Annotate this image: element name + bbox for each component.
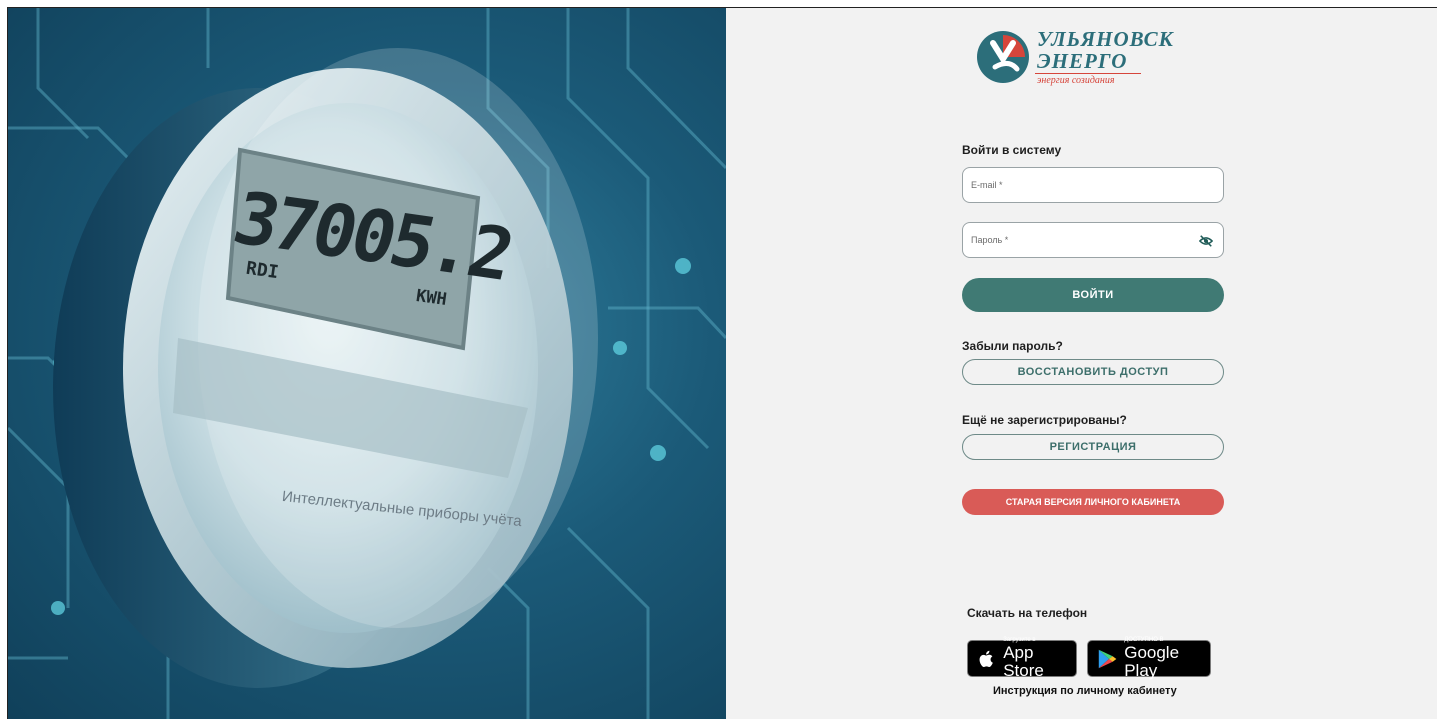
google-play-icon [1098,649,1117,668]
google-play-badge[interactable]: ДОСТУПНО В Google Play [1087,637,1211,680]
email-field-wrapper [962,167,1224,203]
logo-divider [1035,73,1141,74]
app-store-big-text: App Store [1003,643,1044,680]
app-store-badge[interactable]: Загрузите в App Store [967,637,1077,680]
not-registered-label: Ещё не зарегистрированы? [962,413,1127,427]
register-button[interactable]: РЕГИСТРАЦИЯ [962,434,1224,460]
instruction-link[interactable]: Инструкция по личному кабинету [993,685,1177,697]
logo-line-2: ЭНЕРГО [1037,49,1128,73]
smart-meter-illustration [8,8,726,719]
restore-access-button[interactable]: ВОССТАНОВИТЬ ДОСТУП [962,359,1224,385]
toggle-password-visibility-icon[interactable] [1199,234,1213,248]
page-frame: 37005.2 RDI КWH Интеллектуальные приборы… [7,7,1437,719]
apple-icon [979,650,993,667]
forgot-password-label: Забыли пароль? [962,339,1063,353]
email-field[interactable] [963,168,1223,202]
hero-illustration: 37005.2 RDI КWH Интеллектуальные приборы… [8,8,726,719]
logo-tagline: энергия созидания [1037,75,1115,86]
password-field-wrapper [962,222,1224,258]
google-play-big-text: Google Play [1124,643,1180,680]
old-version-button[interactable]: СТАРАЯ ВЕРСИЯ ЛИЧНОГО КАБИНЕТА [962,489,1224,515]
meter-unit-label: КWH [414,285,448,311]
logo-emblem-icon [977,31,1029,83]
download-app-title: Скачать на телефон [967,606,1088,620]
login-panel: УЛЬЯНОВСК ЭНЕРГО энергия созидания Войти… [726,8,1437,719]
meter-mode-label: RDI [244,257,280,284]
password-field[interactable] [963,223,1223,257]
company-logo: УЛЬЯНОВСК ЭНЕРГО энергия созидания [975,25,1185,95]
login-button[interactable]: ВОЙТИ [962,278,1224,312]
login-title: Войти в систему [962,143,1062,157]
